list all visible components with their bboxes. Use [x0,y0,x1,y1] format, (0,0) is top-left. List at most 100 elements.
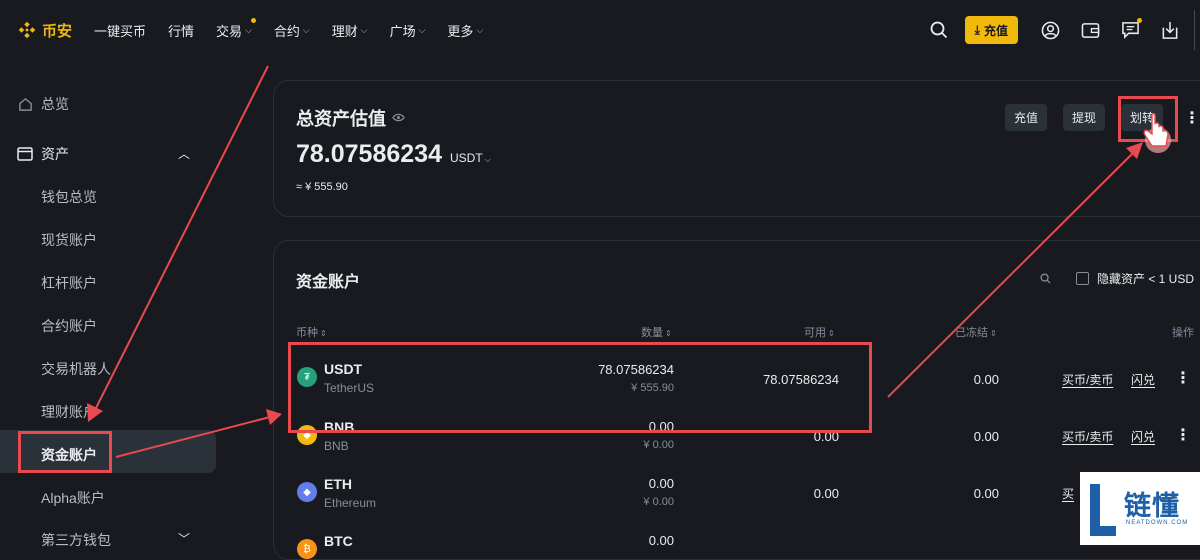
sort-icon: ⇕ [320,329,327,338]
header-label: 可用 [804,327,826,339]
coin-name: BNB [324,439,349,453]
nav-buy-crypto[interactable]: 一键买币 [94,21,146,40]
hide-small-assets-toggle[interactable]: 隐藏资产 < 1 USD [1076,270,1194,287]
sidebar-item-label: 资产 [41,146,69,162]
header-action: 操作 [1172,327,1194,339]
chevron-down-icon: ⌵ [245,24,252,35]
nav-trade[interactable]: 交易 ⌵ [216,17,256,40]
total-balance-value: 78.07586234 USDT ⌵ [296,140,491,169]
coin-available: 0.00 [813,486,839,501]
nav-label: 交易 [216,23,243,39]
currency-selector[interactable]: USDT ⌵ [450,151,491,165]
eye-icon[interactable] [392,111,405,125]
withdraw-button[interactable]: 提现 [1063,104,1106,131]
more-vertical-icon[interactable]: ⋮ [1184,108,1200,128]
nav-label: 广场 [389,23,416,39]
sidebar-item-margin[interactable]: 杠杆账户 [41,273,97,293]
watermark-sub: NEATDOWN.COM [1126,520,1189,526]
watermark: 链懂 NEATDOWN.COM [1080,472,1200,545]
chevron-down-icon: ⌵ [418,24,426,35]
sort-icon: ⇕ [665,329,672,338]
wallet-icon[interactable] [1079,19,1101,41]
wallet-icon [17,146,33,162]
button-label: 充值 [1014,111,1039,125]
convert-link[interactable]: 闪兑 [1131,428,1155,445]
user-icon[interactable] [1039,19,1061,41]
coin-amount-cny: ¥ 0.00 [643,496,674,508]
nav-earn[interactable]: 理财 ⌵ [332,21,368,40]
watermark-text: 链懂 [1124,491,1180,521]
coin-frozen: 0.00 [973,486,999,501]
header-coin[interactable]: 币种 ⇕ [296,324,327,340]
coin-frozen: 0.00 [973,429,999,444]
chevron-up-icon[interactable]: ︿ [178,145,190,162]
total-balance-title: 总资产估值 [296,105,405,131]
deposit-button[interactable]: 充值 [1005,104,1048,131]
divider [1194,10,1200,50]
chevron-down-icon: ⌵ [476,24,484,35]
message-icon[interactable] [1119,18,1142,41]
coin-amount: 0.00 [648,476,674,491]
nav-label: 合约 [273,23,300,39]
download-app-icon[interactable] [1159,19,1181,41]
chevron-down-icon: ⌵ [484,155,491,164]
header-label: 已冻结 [955,327,988,339]
btc-coin-icon: ₿ [297,539,317,559]
header-frozen[interactable]: 已冻结 ⇕ [955,324,997,340]
sidebar-item-spot[interactable]: 现货账户 [41,230,97,250]
sidebar-item-trading-bots[interactable]: 交易机器人 [41,359,111,379]
header-available[interactable]: 可用 ⇕ [804,324,835,340]
nav-label: 一键买币 [94,23,147,39]
logo[interactable]: 币安 [16,19,72,41]
nav-label: 更多 [447,23,474,39]
deposit-label: 充值 [983,23,1008,38]
more-vertical-icon[interactable]: ⋮ [1175,425,1191,445]
search-icon[interactable] [928,19,950,41]
notification-dot [250,17,256,23]
annotation-box-transfer [1118,96,1178,142]
nav-square[interactable]: 广场 ⌵ [390,21,426,40]
buy-sell-link[interactable]: 买币/卖币 [1062,371,1113,388]
download-arrow-icon: ⤓ [974,22,980,37]
sort-icon: ⇕ [990,329,997,338]
convert-link[interactable]: 闪兑 [1131,371,1155,388]
checkbox[interactable] [1076,272,1089,285]
annotation-box-funding [18,431,112,473]
sidebar-item-futures[interactable]: 合约账户 [41,316,97,336]
sidebar-item-third-party-wallet[interactable]: 第三方钱包 [41,530,111,550]
header-amount[interactable]: 数量 ⇕ [641,324,672,340]
nav-futures[interactable]: 合约 ⌵ [274,21,310,40]
sidebar-item-label: 总览 [41,96,69,112]
coin-symbol[interactable]: BTC [324,533,353,549]
search-icon[interactable] [1040,271,1051,289]
funding-title: 资金账户 [296,274,361,291]
total-balance-label: 总资产估值 [296,109,386,129]
balance-cny: ≈ ¥ 555.90 [296,181,348,193]
nav-markets[interactable]: 行情 [168,21,194,40]
sort-icon: ⇕ [828,329,835,338]
nav-more[interactable]: 更多 ⌵ [447,21,483,40]
sidebar-item-wallet-overview[interactable]: 钱包总览 [41,187,97,207]
coin-glyph: ◆ [303,486,311,498]
deposit-button-top[interactable]: ⤓ 充值 [964,16,1018,44]
watermark-logo-icon [1090,484,1116,536]
buy-sell-link[interactable]: 买 [1062,485,1074,502]
header-label: 币种 [296,327,318,339]
coin-amount-cny: ¥ 0.00 [643,439,674,451]
sidebar-item-alpha[interactable]: Alpha账户 [41,488,105,508]
sidebar-item-overview[interactable]: 总览 [17,94,69,114]
coin-amount: 0.00 [648,533,674,548]
buy-sell-link[interactable]: 买币/卖币 [1062,428,1113,445]
currency-label: USDT [449,151,483,165]
top-right-actions: ⤓ 充值 [919,0,1200,60]
sidebar-item-assets[interactable]: 资产 [17,144,69,164]
top-navigation-bar: 币安 一键买币 行情 交易 ⌵ 合约 ⌵ 理财 ⌵ 广场 ⌵ 更多 ⌵ ⤓ 充值 [0,0,1200,60]
home-icon [17,96,33,112]
button-label: 提现 [1072,111,1097,125]
sidebar-item-earn[interactable]: 理财账户 [41,402,97,422]
notification-dot [1137,18,1142,23]
more-vertical-icon[interactable]: ⋮ [1175,368,1191,388]
logo-text: 币安 [42,22,73,40]
chevron-down-icon[interactable]: ﹀ [178,530,190,547]
coin-symbol[interactable]: ETH [324,476,352,492]
